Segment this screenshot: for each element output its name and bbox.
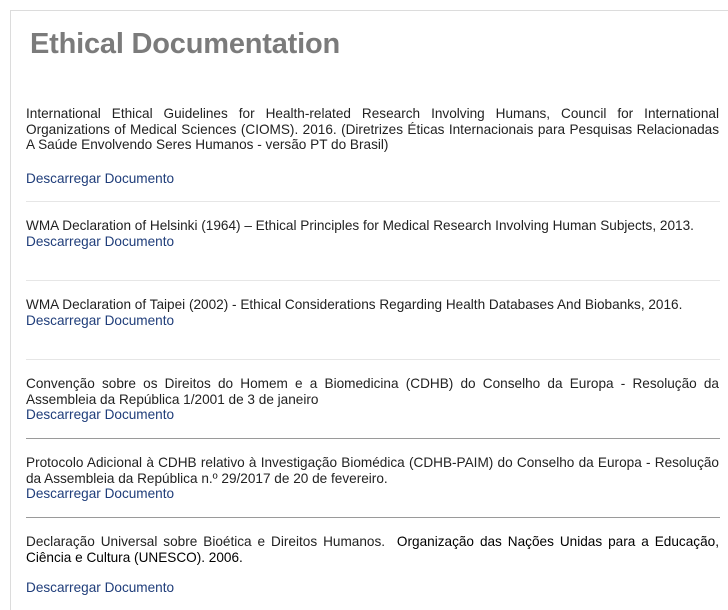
download-document-link[interactable]: Descarregar Documento: [26, 486, 719, 502]
document-item: International Ethical Guidelines for Hea…: [26, 106, 719, 186]
divider: [26, 438, 720, 439]
document-description: Protocolo Adicional à CDHB relativo à In…: [26, 455, 719, 486]
divider: [26, 280, 720, 281]
download-document-link[interactable]: Descarregar Documento: [26, 580, 719, 596]
download-document-link[interactable]: Descarregar Documento: [26, 171, 719, 187]
document-item: Declaração Universal sobre Bioética e Di…: [26, 534, 719, 596]
document-item: Protocolo Adicional à CDHB relativo à In…: [26, 455, 719, 502]
document-item: WMA Declaration of Taipei (2002) - Ethic…: [26, 297, 719, 328]
document-item: WMA Declaration of Helsinki (1964) – Eth…: [26, 218, 719, 249]
document-description: International Ethical Guidelines for Hea…: [26, 106, 719, 153]
divider: [26, 359, 720, 360]
download-document-link[interactable]: Descarregar Documento: [26, 407, 719, 423]
document-description: Convenção sobre os Direitos do Homem e a…: [26, 376, 719, 407]
document-item: Convenção sobre os Direitos do Homem e a…: [26, 376, 719, 423]
document-description: WMA Declaration of Helsinki (1964) – Eth…: [26, 218, 694, 233]
document-description-part: Declaração Universal sobre Bioética e Di…: [26, 534, 386, 549]
download-document-link[interactable]: Descarregar Documento: [26, 313, 719, 329]
document-description: Declaração Universal sobre Bioética e Di…: [26, 534, 719, 565]
page-title: Ethical Documentation: [30, 28, 340, 60]
download-document-link[interactable]: Descarregar Documento: [26, 234, 719, 250]
divider: [26, 517, 720, 518]
document-description: WMA Declaration of Taipei (2002) - Ethic…: [26, 297, 683, 312]
divider: [26, 201, 720, 202]
